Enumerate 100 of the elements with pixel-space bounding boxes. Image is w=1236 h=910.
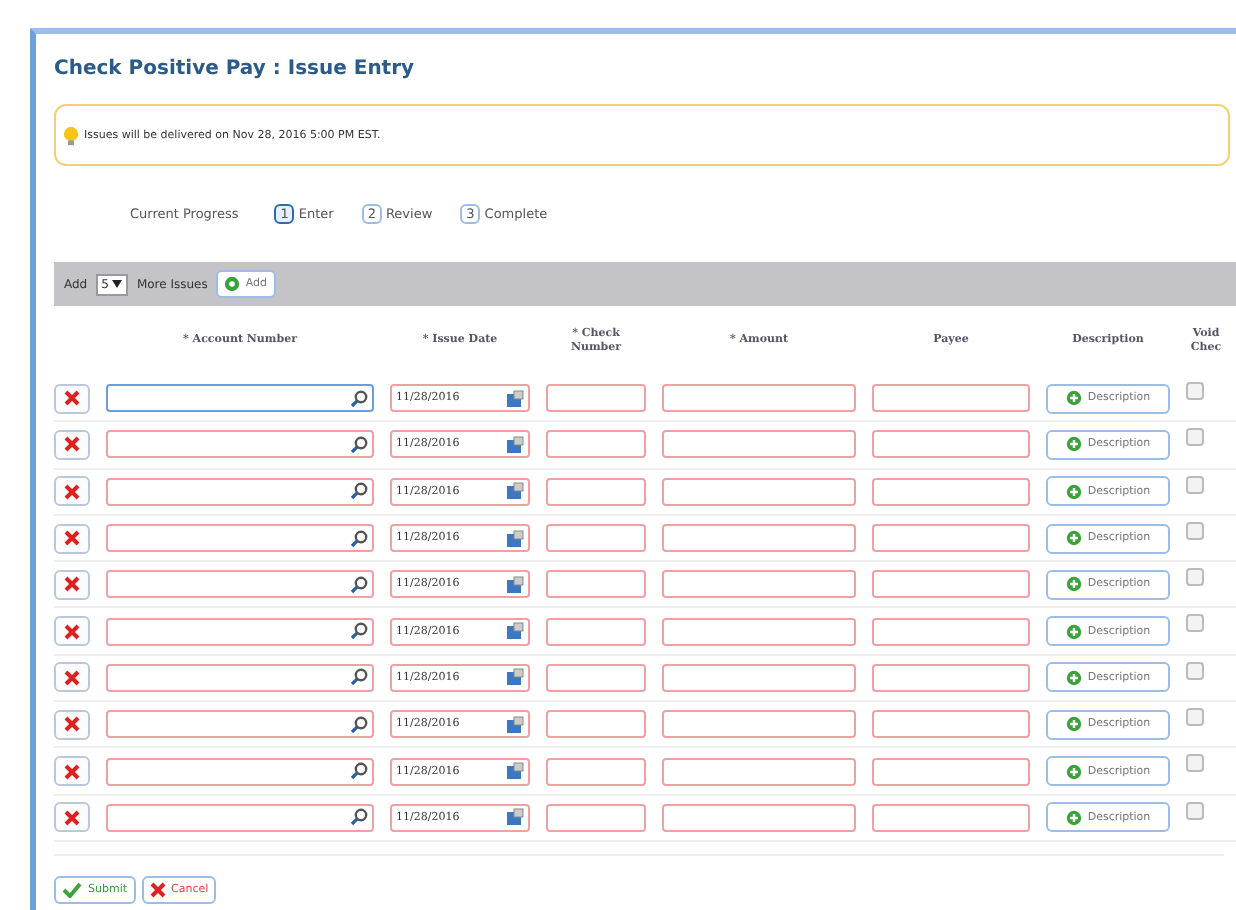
calendar-icon[interactable] — [506, 389, 524, 408]
search-icon[interactable] — [350, 668, 368, 687]
payee-field[interactable] — [872, 757, 1030, 786]
payee-field[interactable] — [872, 524, 1030, 553]
delete-button[interactable] — [54, 383, 90, 414]
search-icon[interactable] — [350, 575, 368, 594]
void-checkbox[interactable] — [1186, 428, 1204, 447]
account-number-field[interactable] — [106, 663, 374, 692]
check-number-field[interactable] — [546, 617, 646, 646]
account-number-field[interactable] — [106, 477, 374, 506]
delete-button[interactable] — [54, 429, 90, 460]
payee-field[interactable] — [872, 617, 1030, 646]
void-checkbox[interactable] — [1186, 708, 1204, 727]
add-icon — [1065, 763, 1082, 780]
delete-button[interactable] — [54, 662, 90, 693]
payee-field[interactable] — [872, 803, 1030, 832]
search-icon[interactable] — [350, 808, 368, 827]
void-checkbox[interactable] — [1186, 801, 1204, 820]
amount-field[interactable] — [662, 617, 856, 646]
search-icon[interactable] — [350, 529, 368, 548]
calendar-icon[interactable] — [506, 482, 524, 501]
check-number-field[interactable] — [546, 803, 646, 832]
void-checkbox[interactable] — [1186, 521, 1204, 540]
check-number-field[interactable] — [546, 524, 646, 553]
calendar-icon[interactable] — [506, 435, 524, 454]
lightbulb-icon — [62, 125, 80, 145]
calendar-icon[interactable] — [506, 529, 524, 548]
calendar-icon[interactable] — [506, 622, 524, 641]
close-icon — [149, 881, 166, 898]
add-icon — [1065, 623, 1082, 640]
dropdown-arrow-icon[interactable] — [112, 280, 123, 288]
payee-field[interactable] — [872, 477, 1030, 506]
payee-field[interactable] — [872, 384, 1030, 413]
amount-field[interactable] — [662, 430, 856, 459]
close-icon — [64, 576, 80, 593]
amount-field[interactable] — [662, 757, 856, 786]
calendar-icon[interactable] — [506, 762, 524, 781]
amount-field[interactable] — [662, 570, 856, 599]
account-number-field[interactable] — [106, 803, 374, 832]
amount-field[interactable] — [662, 524, 856, 553]
amount-field[interactable] — [662, 384, 856, 413]
delete-button[interactable] — [54, 523, 90, 554]
delete-button[interactable] — [54, 616, 90, 647]
close-icon — [64, 436, 80, 453]
add-icon — [1065, 576, 1082, 593]
account-number-field[interactable] — [106, 384, 374, 413]
search-icon[interactable] — [350, 435, 368, 454]
search-icon[interactable] — [350, 389, 368, 408]
check-number-field[interactable] — [546, 663, 646, 692]
close-icon — [64, 530, 80, 547]
delete-button[interactable] — [54, 709, 90, 740]
account-number-field[interactable] — [106, 710, 374, 739]
void-checkbox[interactable] — [1186, 661, 1204, 680]
calendar-icon[interactable] — [506, 808, 524, 827]
void-checkbox[interactable] — [1186, 568, 1204, 587]
add-icon — [1065, 530, 1082, 547]
amount-field[interactable] — [662, 477, 856, 506]
calendar-icon[interactable] — [506, 575, 524, 594]
account-number-field[interactable] — [106, 617, 374, 646]
account-number-field[interactable] — [106, 524, 374, 553]
payee-field[interactable] — [872, 430, 1030, 459]
add-icon — [1065, 669, 1082, 686]
search-icon[interactable] — [350, 622, 368, 641]
check-number-field[interactable] — [546, 384, 646, 413]
check-number-field[interactable] — [546, 710, 646, 739]
check-number-field[interactable] — [546, 477, 646, 506]
search-icon[interactable] — [350, 482, 368, 501]
account-number-field[interactable] — [106, 570, 374, 599]
amount-field[interactable] — [662, 710, 856, 739]
add-icon — [1065, 436, 1082, 453]
close-icon — [64, 623, 80, 640]
close-icon — [64, 763, 80, 780]
payee-field[interactable] — [872, 570, 1030, 599]
void-checkbox[interactable] — [1186, 382, 1204, 400]
payee-field[interactable] — [872, 710, 1030, 739]
account-number-field[interactable] — [106, 430, 374, 459]
close-icon — [64, 669, 80, 686]
add-icon — [1065, 716, 1082, 733]
amount-field[interactable] — [662, 803, 856, 832]
add-icon — [1065, 390, 1082, 407]
search-icon[interactable] — [350, 762, 368, 781]
void-checkbox[interactable] — [1186, 475, 1204, 494]
close-icon — [64, 716, 80, 733]
account-number-field[interactable] — [106, 757, 374, 786]
amount-field[interactable] — [662, 663, 856, 692]
close-icon — [64, 483, 80, 500]
search-icon[interactable] — [350, 715, 368, 734]
void-checkbox[interactable] — [1186, 614, 1204, 633]
calendar-icon[interactable] — [506, 715, 524, 734]
delete-button[interactable] — [54, 756, 90, 787]
check-number-field[interactable] — [546, 570, 646, 599]
check-number-field[interactable] — [546, 757, 646, 786]
window-title: Check Positive Pay : Issue Entry — [54, 55, 417, 83]
check-number-field[interactable] — [546, 430, 646, 459]
payee-field[interactable] — [872, 663, 1030, 692]
void-checkbox[interactable] — [1186, 754, 1204, 773]
delete-button[interactable] — [54, 802, 90, 833]
delete-button[interactable] — [54, 569, 90, 600]
delete-button[interactable] — [54, 476, 90, 507]
calendar-icon[interactable] — [506, 668, 524, 687]
